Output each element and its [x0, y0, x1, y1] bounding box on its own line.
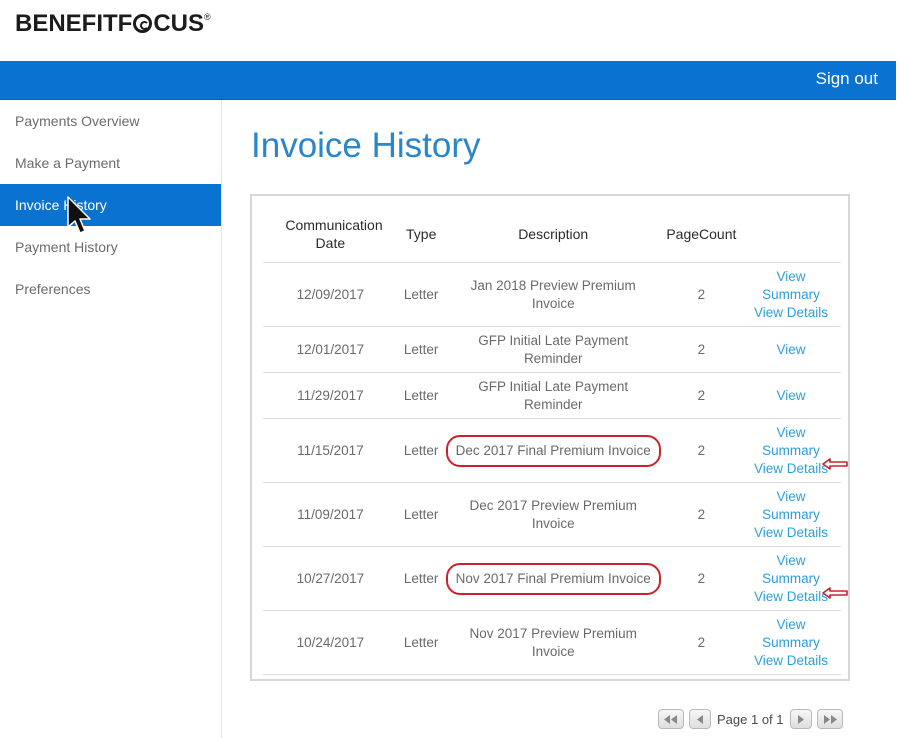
- cell-date: 11/15/2017: [263, 418, 398, 483]
- column-header-actions: [741, 206, 841, 263]
- view-link[interactable]: View: [742, 488, 840, 506]
- description-text: GFP Initial Late Payment Reminder: [478, 332, 629, 366]
- cell-type: Letter: [397, 372, 445, 419]
- summary-link[interactable]: Summary: [742, 634, 840, 652]
- view-details-link[interactable]: View Details: [742, 304, 840, 322]
- cell-type: Letter: [397, 482, 445, 547]
- pagination: Page 1 of 1: [658, 707, 848, 731]
- cell-description: Jan 2018 Preview Premium Invoice: [444, 262, 662, 327]
- cell-pagecount: 2: [661, 482, 742, 547]
- last-page-icon: [823, 714, 837, 724]
- view-link[interactable]: View: [742, 552, 840, 570]
- cell-description: Dec 2017 Preview Premium Invoice: [444, 482, 662, 547]
- description-text: GFP Initial Late Payment Reminder: [478, 378, 629, 412]
- sidebar-item-payment-history[interactable]: Payment History: [0, 226, 221, 268]
- description-text: Nov 2017 Preview Premium Invoice: [469, 625, 637, 659]
- cell-date: 10/27/2017: [263, 546, 398, 611]
- table-row: 12/09/2017 Letter Jan 2018 Preview Premium…: [263, 262, 841, 327]
- summary-link[interactable]: Summary: [742, 442, 840, 460]
- cell-description: GFP Initial Late Payment Reminder: [444, 326, 662, 373]
- cell-pagecount: 2: [661, 418, 742, 483]
- table-row: 12/01/2017 Letter GFP Initial Late Payment…: [263, 326, 841, 373]
- cell-actions: View Summary View Details: [741, 262, 841, 327]
- sidebar-item-payments-overview[interactable]: Payments Overview: [0, 100, 221, 142]
- column-header-description[interactable]: Description: [444, 206, 662, 263]
- cell-description: Nov 2017 Preview Premium Invoice: [444, 610, 662, 675]
- cell-date: 10/24/2017: [263, 610, 398, 675]
- column-header-pagecount[interactable]: PageCount: [661, 206, 742, 263]
- sidebar-item-invoice-history[interactable]: Invoice History: [0, 184, 221, 226]
- column-header-type[interactable]: Type: [397, 206, 445, 263]
- first-page-button[interactable]: [658, 709, 684, 729]
- logo-text-end: CUS: [153, 10, 204, 37]
- cell-date: 12/09/2017: [263, 262, 398, 327]
- cell-description: Dec 2017 Final Premium Invoice: [444, 418, 662, 483]
- logo-registered-mark: ®: [204, 12, 211, 22]
- sidebar-item-preferences[interactable]: Preferences: [0, 268, 221, 310]
- view-link[interactable]: View: [742, 341, 840, 359]
- table-row: 11/15/2017 Letter Dec 2017 Final Premium I…: [263, 418, 841, 483]
- next-page-icon: [798, 714, 804, 724]
- sidebar: Payments Overview Make a Payment Invoice H…: [0, 100, 222, 738]
- prev-page-icon: [696, 714, 703, 724]
- cell-type: Letter: [397, 326, 445, 373]
- prev-page-button[interactable]: [689, 709, 711, 729]
- invoice-table-container: Communication Date Type Description Page…: [250, 194, 850, 681]
- annotation-arrow-icon: [822, 458, 848, 470]
- view-link[interactable]: View: [742, 424, 840, 442]
- cell-actions: View Summary View Details: [741, 482, 841, 547]
- annotation-arrow-icon: [822, 587, 848, 599]
- cell-description: GFP Initial Late Payment Reminder: [444, 372, 662, 419]
- logo-text-start: BENEFITF: [15, 10, 133, 37]
- highlighted-description: Dec 2017 Final Premium Invoice: [445, 434, 661, 467]
- summary-link[interactable]: Summary: [742, 286, 840, 304]
- cell-pagecount: 2: [661, 326, 742, 373]
- cell-description: Nov 2017 Final Premium Invoice: [444, 546, 662, 611]
- brand-logo: BENEFITF CUS®: [15, 10, 211, 38]
- column-header-date[interactable]: Communication Date: [263, 206, 398, 263]
- page-indicator: Page 1 of 1: [717, 711, 784, 727]
- page-title: Invoice History: [251, 126, 481, 165]
- table-row: 10/27/2017 Letter Nov 2017 Final Premium I…: [263, 546, 841, 611]
- next-page-button[interactable]: [789, 709, 812, 729]
- cell-actions: View Summary View Details: [741, 610, 841, 675]
- cell-type: Letter: [397, 418, 445, 483]
- view-link[interactable]: View: [742, 387, 840, 405]
- table-row: 11/29/2017 Letter GFP Initial Late Payment…: [263, 372, 841, 419]
- view-link[interactable]: View: [742, 616, 840, 634]
- view-details-link[interactable]: View Details: [742, 524, 840, 542]
- cell-pagecount: 2: [661, 262, 742, 327]
- cell-pagecount: 2: [661, 372, 742, 419]
- cell-date: 12/01/2017: [263, 326, 398, 373]
- highlighted-description: Nov 2017 Final Premium Invoice: [445, 562, 661, 595]
- table-row: 10/24/2017 Letter Nov 2017 Preview Premium…: [263, 610, 841, 675]
- logo-o-icon: [133, 14, 153, 33]
- last-page-button[interactable]: [816, 709, 843, 729]
- sign-out-link[interactable]: Sign out: [816, 69, 878, 89]
- summary-link[interactable]: Summary: [742, 570, 840, 588]
- cell-date: 11/29/2017: [263, 372, 398, 419]
- cell-pagecount: 2: [661, 610, 742, 675]
- description-text: Jan 2018 Preview Premium Invoice: [470, 277, 636, 311]
- cell-actions: View Summary View Details: [741, 546, 841, 611]
- table-row: 11/09/2017 Letter Dec 2017 Preview Premium…: [263, 482, 841, 547]
- table-header-row: Communication Date Type Description Page…: [263, 206, 841, 263]
- cell-type: Letter: [397, 546, 445, 611]
- mouse-cursor-icon: [67, 196, 91, 234]
- summary-link[interactable]: Summary: [742, 506, 840, 524]
- cell-actions: View: [741, 326, 841, 373]
- sidebar-item-make-a-payment[interactable]: Make a Payment: [0, 142, 221, 184]
- view-details-link[interactable]: View Details: [742, 652, 840, 670]
- cell-actions: View Summary View Details: [741, 418, 841, 483]
- view-link[interactable]: View: [742, 268, 840, 286]
- cell-date: 11/09/2017: [263, 482, 398, 547]
- top-bar: Sign out: [0, 61, 896, 100]
- invoice-table: Communication Date Type Description Page…: [263, 206, 841, 675]
- cell-type: Letter: [397, 610, 445, 675]
- cell-type: Letter: [397, 262, 445, 327]
- cell-pagecount: 2: [661, 546, 742, 611]
- cell-actions: View: [741, 372, 841, 419]
- first-page-icon: [664, 714, 677, 724]
- description-text: Dec 2017 Preview Premium Invoice: [469, 497, 637, 531]
